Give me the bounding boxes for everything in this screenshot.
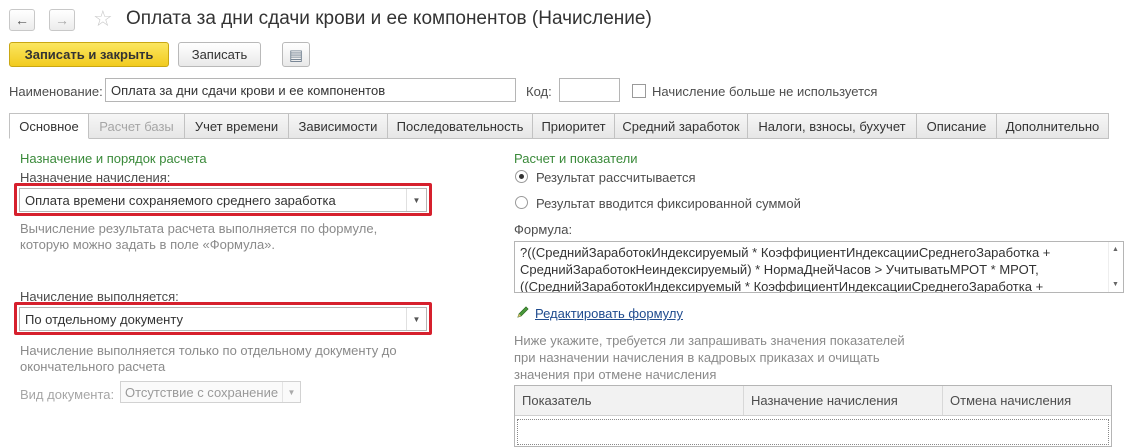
- tab-sequence[interactable]: Последовательность: [388, 113, 533, 139]
- tab-bar: Основное Расчет базы Учет времени Зависи…: [9, 113, 1109, 139]
- execution-hint-2: окончательного расчета: [20, 359, 166, 374]
- tab-taxes[interactable]: Налоги, взносы, бухучет: [748, 113, 917, 139]
- indicators-table: Показатель Назначение начисления Отмена …: [514, 385, 1112, 447]
- scroll-down-icon[interactable]: ▼: [1112, 281, 1119, 288]
- purpose-value: Оплата времени сохраняемого среднего зар…: [25, 192, 336, 208]
- scroll-up-icon[interactable]: ▲: [1112, 246, 1119, 253]
- tab-time-accounting[interactable]: Учет времени: [185, 113, 289, 139]
- save-and-close-button[interactable]: Записать и закрыть: [9, 42, 169, 67]
- tab-average-earnings[interactable]: Средний заработок: [615, 113, 748, 139]
- formula-scrollbar[interactable]: ▲ ▼: [1108, 242, 1123, 292]
- execution-value: По отдельному документу: [25, 311, 183, 327]
- doc-type-label: Вид документа:: [20, 387, 115, 402]
- indicators-hint-2: при назначении начисления в кадровых при…: [514, 350, 880, 365]
- purpose-hint-2: которую можно задать в поле «Формула».: [20, 237, 276, 252]
- radio-fixed-label: Результат вводится фиксированной суммой: [536, 196, 801, 211]
- execution-select[interactable]: По отдельному документу ▼: [19, 307, 427, 331]
- edit-formula-link[interactable]: Редактировать формулу: [535, 306, 683, 321]
- radio-calculated-label: Результат рассчитывается: [536, 170, 696, 185]
- radio-calculated[interactable]: [515, 170, 528, 183]
- name-input[interactable]: Оплата за дни сдачи крови и ее компонент…: [105, 78, 516, 102]
- forward-button[interactable]: →: [49, 9, 75, 31]
- not-used-label: Начисление больше не используется: [652, 84, 878, 99]
- table-header: Показатель Назначение начисления Отмена …: [515, 386, 1111, 416]
- formula-line: ((СреднийЗаработокИндексируемый * Коэффи…: [520, 279, 1044, 292]
- arrow-left-icon: ←: [15, 12, 29, 28]
- chevron-down-icon[interactable]: ▼: [406, 189, 426, 211]
- table-row[interactable]: [517, 419, 1109, 445]
- tab-priority[interactable]: Приоритет: [533, 113, 615, 139]
- save-button[interactable]: Записать: [178, 42, 261, 67]
- chevron-down-icon[interactable]: ▼: [406, 308, 426, 330]
- chevron-down-icon: ▼: [282, 382, 300, 402]
- tab-base-calculation[interactable]: Расчет базы: [89, 113, 185, 139]
- column-header[interactable]: Показатель: [515, 386, 744, 415]
- execution-hint-1: Начисление выполняется только по отдельн…: [20, 343, 397, 358]
- not-used-checkbox[interactable]: [632, 84, 646, 98]
- column-header[interactable]: Отмена начисления: [943, 386, 1111, 415]
- indicators-hint-1: Ниже укажите, требуется ли запрашивать з…: [514, 333, 905, 348]
- tab-main[interactable]: Основное: [9, 113, 89, 139]
- window-title: Оплата за дни сдачи крови и ее компонент…: [126, 8, 652, 29]
- formula-textarea[interactable]: ?((СреднийЗаработокИндексируемый * Коэфф…: [514, 241, 1124, 293]
- doc-type-select: Отсутствие с сохранение ▼: [120, 381, 301, 403]
- purpose-select[interactable]: Оплата времени сохраняемого среднего зар…: [19, 188, 427, 212]
- back-button[interactable]: ←: [9, 9, 35, 31]
- formula-line: СреднийЗаработокНеиндексируемый) * Норма…: [520, 262, 1039, 277]
- arrow-right-icon: →: [55, 12, 69, 28]
- right-section-title: Расчет и показатели: [514, 151, 638, 166]
- code-label: Код:: [526, 84, 552, 99]
- code-input[interactable]: [559, 78, 620, 102]
- tab-dependencies[interactable]: Зависимости: [289, 113, 388, 139]
- purpose-hint-1: Вычисление результата расчета выполняетс…: [20, 221, 378, 236]
- list-icon: ▤: [288, 46, 304, 64]
- tab-description[interactable]: Описание: [917, 113, 997, 139]
- formula-label: Формула:: [514, 222, 573, 237]
- pencil-icon[interactable]: [516, 305, 530, 319]
- name-label: Наименование:: [9, 84, 103, 99]
- radio-fixed[interactable]: [515, 196, 528, 209]
- indicators-hint-3: значения при отмене начисления: [514, 367, 717, 382]
- column-header[interactable]: Назначение начисления: [744, 386, 943, 415]
- list-button[interactable]: ▤: [282, 42, 310, 67]
- favorite-star-icon[interactable]: ☆: [93, 6, 113, 32]
- tab-additional[interactable]: Дополнительно: [997, 113, 1109, 139]
- doc-type-value: Отсутствие с сохранение: [125, 384, 279, 400]
- formula-line: ?((СреднийЗаработокИндексируемый * Коэфф…: [520, 245, 1051, 260]
- left-section-title: Назначение и порядок расчета: [20, 151, 207, 166]
